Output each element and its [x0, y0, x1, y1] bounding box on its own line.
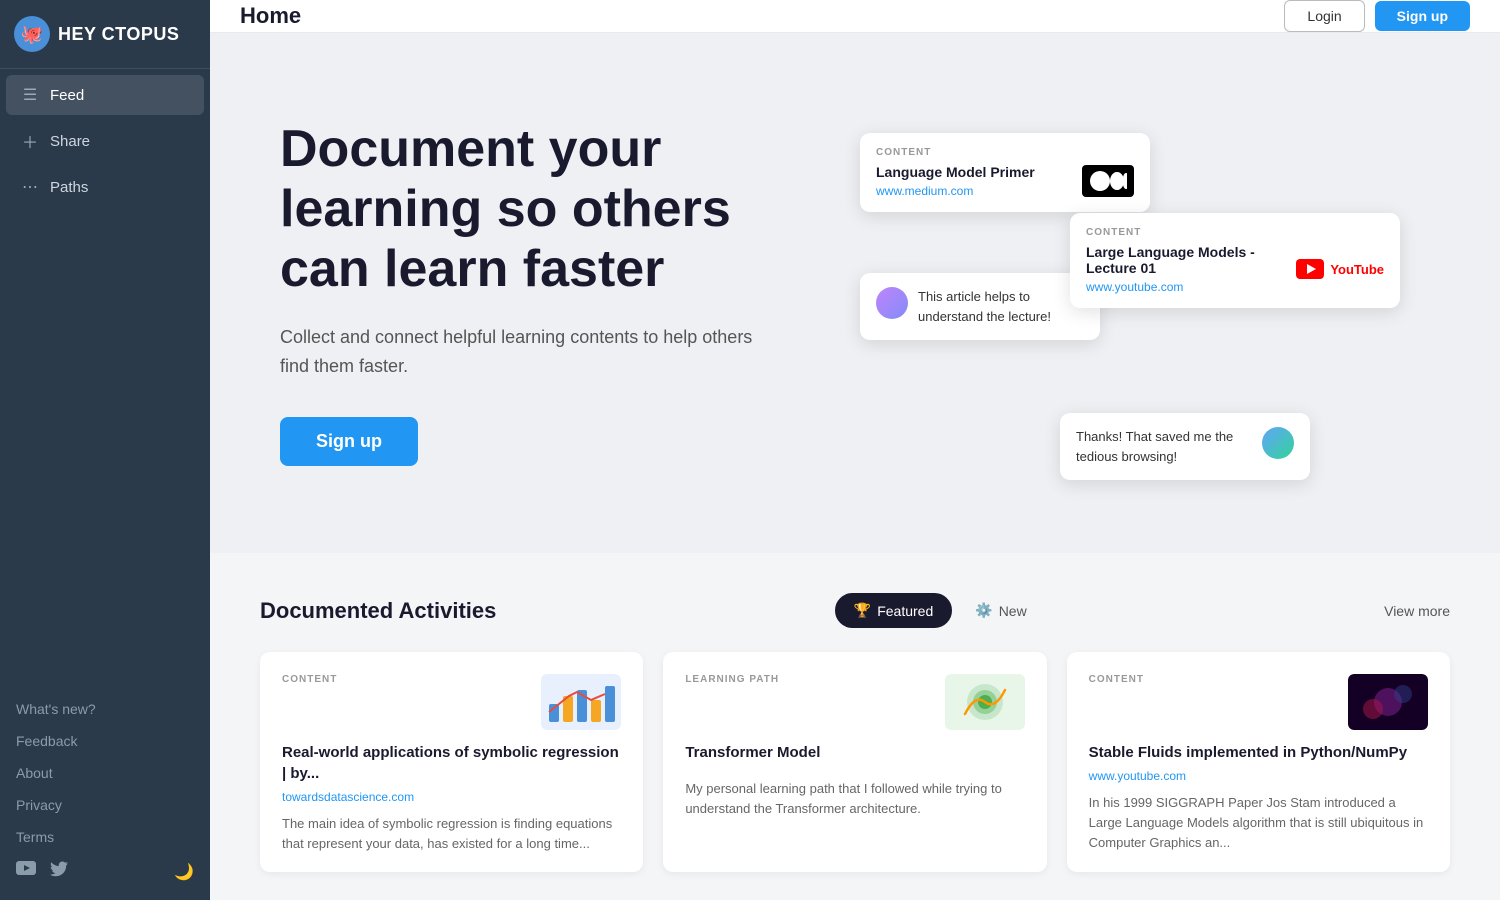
- tab-new[interactable]: ⚙️ New: [956, 593, 1045, 628]
- feedback-link[interactable]: Feedback: [0, 725, 210, 757]
- avatar-comment: [876, 287, 908, 319]
- path-thumb-svg: [945, 674, 1025, 730]
- paths-icon: ⋯: [20, 177, 40, 197]
- activities-section-title: Documented Activities: [260, 598, 496, 624]
- twitter-icon[interactable]: [50, 861, 68, 882]
- medium-logo-icon: [1082, 165, 1134, 197]
- activity-card-2-thumb: [1348, 674, 1428, 730]
- activity-card-0: CONTENT Real-world: [260, 652, 643, 872]
- signup-header-button[interactable]: Sign up: [1375, 1, 1470, 31]
- chart-thumb-svg: [541, 674, 621, 730]
- thanks-text: Thanks! That saved me the tedious browsi…: [1076, 427, 1252, 466]
- card-main-type-label: CONTENT: [876, 147, 1134, 158]
- header: Home Login Sign up: [210, 0, 1500, 33]
- activity-card-0-thumb: [541, 674, 621, 730]
- activity-card-1-desc: My personal learning path that I followe…: [685, 779, 1024, 854]
- activity-card-1-thumb: [945, 674, 1025, 730]
- activity-card-1-title: Transformer Model: [685, 742, 1024, 763]
- sidebar-item-share[interactable]: ＋ Share: [6, 119, 204, 163]
- avatar-img-comment: [876, 287, 908, 319]
- activity-card-2-domain: www.youtube.com: [1089, 769, 1428, 783]
- hero-section: Document your learning so others can lea…: [210, 33, 1500, 553]
- sidebar-item-label-feed: Feed: [50, 87, 84, 104]
- activity-card-1: LEARNING PATH Transformer Model: [663, 652, 1046, 872]
- hero-illustration: CONTENT Language Model Primer www.medium…: [860, 113, 1440, 473]
- sidebar-item-label-paths: Paths: [50, 179, 88, 196]
- card-yt-title: Large Language Models - Lecture 01: [1086, 244, 1296, 276]
- tab-new-label: New: [999, 603, 1027, 619]
- hero-card-thanks: Thanks! That saved me the tedious browsi…: [1060, 413, 1310, 480]
- tab-featured[interactable]: 🏆 Featured: [835, 593, 952, 628]
- hero-subtitle: Collect and connect helpful learning con…: [280, 323, 780, 381]
- activities-section: Documented Activities 🏆 Featured ⚙️ New …: [210, 553, 1500, 900]
- comment-text: This article helps to understand the lec…: [918, 287, 1084, 326]
- feed-icon: ☰: [20, 85, 40, 105]
- sidebar-bottom: What's new? Feedback About Privacy Terms…: [0, 693, 210, 900]
- sidebar-social: 🌙: [0, 853, 210, 890]
- signup-hero-button[interactable]: Sign up: [280, 417, 418, 466]
- activity-card-0-title: Real-world applications of symbolic regr…: [282, 742, 621, 784]
- youtube-play-icon: [1296, 259, 1324, 279]
- logo-icon: 🐙: [14, 16, 50, 52]
- sidebar-logo[interactable]: 🐙 HEY CTOPUS: [0, 0, 210, 68]
- card-yt-inner: Large Language Models - Lecture 01 www.y…: [1086, 244, 1384, 294]
- whats-new-link[interactable]: What's new?: [0, 693, 210, 725]
- youtube-logo-icon: YouTube: [1296, 259, 1384, 279]
- video-thumb-svg: [1348, 674, 1428, 730]
- activity-card-2-left: CONTENT: [1089, 674, 1144, 685]
- sidebar-item-label-share: Share: [50, 133, 90, 150]
- activity-card-2-title: Stable Fluids implemented in Python/NumP…: [1089, 742, 1428, 763]
- card-yt-type-label: CONTENT: [1086, 227, 1384, 238]
- theme-toggle-icon[interactable]: 🌙: [174, 862, 194, 882]
- yt-play-triangle: [1307, 264, 1316, 274]
- sidebar-divider: [0, 68, 210, 69]
- activity-card-1-left: LEARNING PATH: [685, 674, 779, 685]
- hero-card-youtube: CONTENT Large Language Models - Lecture …: [1070, 213, 1400, 308]
- card-main-url: www.medium.com: [876, 184, 1035, 198]
- logo-text: HEY CTOPUS: [58, 24, 179, 45]
- card-yt-info: Large Language Models - Lecture 01 www.y…: [1086, 244, 1296, 294]
- youtube-label: YouTube: [1330, 262, 1384, 277]
- sidebar-item-paths[interactable]: ⋯ Paths: [6, 167, 204, 207]
- activity-card-1-top: LEARNING PATH: [685, 674, 1024, 730]
- activity-card-2-type: CONTENT: [1089, 674, 1144, 685]
- activity-card-2-top: CONTENT: [1089, 674, 1428, 730]
- hero-left: Document your learning so others can lea…: [280, 120, 780, 466]
- login-button[interactable]: Login: [1284, 0, 1364, 32]
- youtube-icon[interactable]: [16, 861, 36, 882]
- sidebar: 🐙 HEY CTOPUS ☰ Feed ＋ Share ⋯ Paths What…: [0, 0, 210, 900]
- activity-card-0-left: CONTENT: [282, 674, 337, 685]
- activity-card-0-type: CONTENT: [282, 674, 337, 685]
- view-more-link[interactable]: View more: [1384, 603, 1450, 619]
- page-title: Home: [240, 3, 301, 29]
- header-actions: Login Sign up: [1284, 0, 1470, 32]
- hero-title: Document your learning so others can lea…: [280, 120, 780, 299]
- trophy-icon: 🏆: [854, 602, 871, 619]
- hero-card-comment: This article helps to understand the lec…: [860, 273, 1100, 340]
- sidebar-item-feed[interactable]: ☰ Feed: [6, 75, 204, 115]
- card-yt-url: www.youtube.com: [1086, 280, 1296, 294]
- activities-header: Documented Activities 🏆 Featured ⚙️ New …: [260, 593, 1450, 628]
- activity-cards-row: CONTENT Real-world: [260, 652, 1450, 872]
- about-link[interactable]: About: [0, 757, 210, 789]
- activity-card-2-desc: In his 1999 SIGGRAPH Paper Jos Stam intr…: [1089, 793, 1428, 854]
- tabs-row: 🏆 Featured ⚙️ New: [835, 593, 1046, 628]
- card-main-inner: Language Model Primer www.medium.com: [876, 164, 1134, 198]
- activity-card-0-desc: The main idea of symbolic regression is …: [282, 814, 621, 854]
- share-icon: ＋: [20, 129, 40, 153]
- main-content: Home Login Sign up Document your learnin…: [210, 0, 1500, 900]
- privacy-link[interactable]: Privacy: [0, 789, 210, 821]
- avatar-img-thanks: [1262, 427, 1294, 459]
- card-main-info: Language Model Primer www.medium.com: [876, 164, 1035, 198]
- activity-card-0-top: CONTENT: [282, 674, 621, 730]
- tab-featured-label: Featured: [877, 603, 933, 619]
- terms-link[interactable]: Terms: [0, 821, 210, 853]
- card-main-title: Language Model Primer: [876, 164, 1035, 180]
- activity-card-1-type: LEARNING PATH: [685, 674, 779, 685]
- activity-card-2: CONTENT Stable Fluids implemented in Pyt…: [1067, 652, 1450, 872]
- avatar-thanks: [1262, 427, 1294, 459]
- activity-card-0-domain: towardsdatascience.com: [282, 790, 621, 804]
- gear-icon: ⚙️: [975, 602, 992, 619]
- hero-card-main: CONTENT Language Model Primer www.medium…: [860, 133, 1150, 212]
